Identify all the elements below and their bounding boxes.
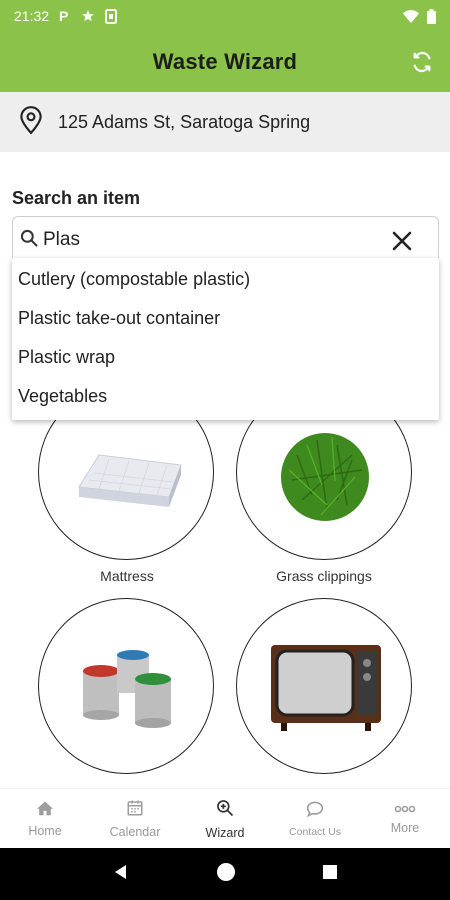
recents-icon[interactable] — [322, 864, 338, 885]
nav-label: Contact Us — [289, 825, 341, 838]
nav-wizard[interactable]: Wizard — [180, 789, 270, 848]
star-icon — [81, 9, 95, 23]
search-input[interactable]: Plas — [12, 216, 439, 264]
sim-icon — [105, 8, 118, 24]
tv-image — [271, 645, 381, 731]
battery-icon — [427, 8, 436, 24]
location-pin-icon — [18, 105, 44, 140]
system-navigation-bar — [0, 848, 450, 900]
nav-label: Wizard — [205, 825, 245, 840]
calendar-icon — [126, 799, 144, 820]
nav-label: More — [390, 821, 420, 835]
refresh-icon[interactable] — [406, 46, 438, 78]
paint-cans-image — [83, 650, 171, 728]
more-icon — [394, 802, 416, 816]
app-bar: Waste Wizard — [0, 32, 450, 92]
wifi-icon — [403, 9, 419, 23]
suggestion-item[interactable]: Vegetables — [12, 377, 439, 416]
wizard-icon — [215, 798, 235, 821]
chat-icon — [305, 800, 325, 821]
bottom-navigation: Home Calendar Wizard Contact Us More — [0, 788, 450, 848]
search-query: Plas — [43, 229, 80, 250]
svg-text:P: P — [59, 9, 68, 23]
home-button-icon[interactable] — [215, 861, 237, 888]
status-bar: 21:32 P — [0, 0, 450, 32]
suggestion-item[interactable]: Cutlery (compostable plastic) — [12, 260, 439, 299]
nav-home[interactable]: Home — [0, 789, 90, 848]
search-icon — [19, 228, 39, 253]
suggestions-dropdown: Cutlery (compostable plastic) Plastic ta… — [12, 258, 439, 420]
item-label: Mattress — [100, 568, 154, 584]
status-time: 21:32 — [14, 8, 50, 24]
item-label: Grass clippings — [276, 568, 372, 584]
nav-label: Calendar — [109, 824, 161, 839]
clear-icon[interactable] — [390, 229, 414, 253]
app-title: Waste Wizard — [152, 49, 298, 74]
nav-contact[interactable]: Contact Us — [270, 789, 360, 848]
suggestion-item[interactable]: Plastic wrap — [12, 338, 439, 377]
address-bar[interactable]: 125 Adams St, Saratoga Spring — [0, 92, 450, 152]
nav-calendar[interactable]: Calendar — [90, 789, 180, 848]
nav-label: Home — [28, 823, 62, 838]
address-text: 125 Adams St, Saratoga Spring — [58, 111, 311, 132]
search-label: Search an item — [12, 188, 141, 208]
back-icon[interactable] — [112, 863, 130, 886]
suggestion-item[interactable]: Plastic take-out container — [12, 299, 439, 338]
parking-icon: P — [59, 9, 71, 23]
home-icon — [36, 800, 54, 819]
item-tile-tv[interactable] — [236, 598, 412, 774]
item-tile-paint[interactable] — [38, 598, 214, 774]
nav-more[interactable]: More — [360, 789, 450, 848]
app-screen: 21:32 P Waste Wizard 125 Adams St, Sarat… — [0, 0, 450, 900]
